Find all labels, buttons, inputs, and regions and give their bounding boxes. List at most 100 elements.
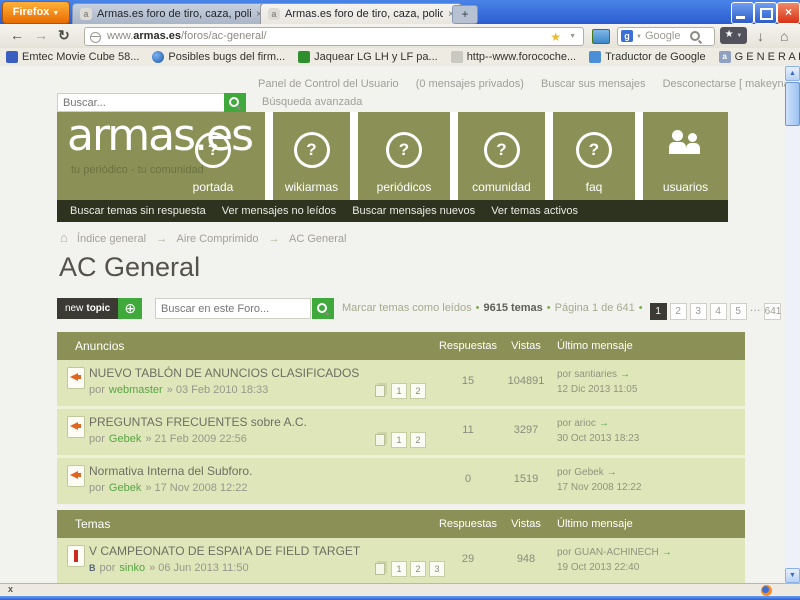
search-bar[interactable]: g ▼ Google	[617, 27, 715, 46]
quick-link[interactable]: Ver mensajes no leídos	[222, 205, 336, 217]
home-icon[interactable]: ⌂	[60, 230, 68, 245]
goto-last-icon[interactable]: →	[620, 369, 630, 380]
bookmark-item[interactable]: Jaquear LG LH y LF pa...	[298, 51, 438, 63]
scroll-down-icon[interactable]: ▼	[785, 568, 800, 583]
downloads-icon[interactable]: ↓	[757, 28, 764, 44]
refresh-icon[interactable]: ↻	[58, 27, 70, 44]
navigation-toolbar: ← → ↻ www.armas.es/foros/ac-general/ ★ ▼…	[0, 24, 800, 49]
new-topic-label: newtopic	[57, 298, 118, 319]
last-author-link[interactable]: santiaries	[574, 369, 617, 380]
megaphone-icon	[70, 471, 78, 479]
page-2[interactable]: 2	[670, 303, 687, 320]
page-4[interactable]: 4	[710, 303, 727, 320]
user-panel-link[interactable]: Panel de Control del Usuario	[258, 78, 399, 90]
author-link[interactable]: Gebek	[109, 482, 141, 494]
mini-page-link[interactable]: 2	[410, 432, 426, 448]
last-author-link[interactable]: arioc	[574, 418, 596, 429]
url-bar[interactable]: www.armas.es/foros/ac-general/ ★ ▼	[84, 27, 584, 46]
topic-byline: porGebek» 21 Feb 2009 22:56	[89, 433, 247, 445]
topic-byline: Bporsinko» 06 Jun 2013 11:50	[89, 562, 249, 574]
divider	[450, 112, 458, 200]
search-own-posts-link[interactable]: Buscar sus mensajes	[541, 78, 646, 90]
breadcrumb-item[interactable]: AC General	[289, 233, 346, 245]
private-messages-link[interactable]: (0 mensajes privados)	[416, 78, 524, 90]
nav-item-portada[interactable]: ? portada	[173, 112, 253, 200]
bookmark-item[interactable]: http--www.forocoche...	[451, 51, 576, 63]
search-magnifier-icon[interactable]	[690, 31, 700, 41]
mini-page-link[interactable]: 2	[410, 383, 426, 399]
nav-item-faq[interactable]: ? faq	[553, 112, 635, 200]
scrollbar-thumb[interactable]	[785, 82, 800, 126]
topic-title-link[interactable]: NUEVO TABLÓN DE ANUNCIOS CLASIFICADOS	[89, 366, 359, 380]
page-3[interactable]: 3	[690, 303, 707, 320]
author-link[interactable]: webmaster	[109, 384, 163, 396]
last-author-link[interactable]: Gebek	[574, 467, 603, 478]
bookmark-item[interactable]: aG E N E R A L	[719, 51, 800, 63]
bookmarks-menu-button[interactable]: ★ ▼	[720, 27, 747, 44]
forum-search-input[interactable]	[155, 298, 311, 319]
quick-link[interactable]: Ver temas activos	[491, 205, 578, 217]
bookmark-item[interactable]: Traductor de Google	[589, 51, 705, 63]
goto-last-icon[interactable]: →	[607, 467, 617, 478]
bookmark-item[interactable]: Posibles bugs del firm...	[152, 51, 285, 63]
author-link[interactable]: sinko	[119, 562, 145, 574]
close-findbar-button[interactable]: x	[8, 584, 13, 594]
person-body	[686, 143, 700, 154]
chevron-down-icon: ▼	[736, 33, 742, 39]
new-topic-button[interactable]: newtopic ⊕	[57, 298, 142, 319]
bookmark-star-icon[interactable]: ★	[550, 29, 561, 46]
tab-2-active[interactable]: a Armas.es foro de tiro, caza, policial,…	[260, 3, 462, 24]
mini-page-link[interactable]: 2	[410, 561, 426, 577]
new-tab-button[interactable]: +	[452, 5, 478, 24]
nav-item-wikiarmas[interactable]: ? wikiarmas	[273, 112, 350, 200]
last-message: por GUAN-ACHINECH→19 Oct 2013 22:40	[557, 545, 672, 575]
forum-search-button[interactable]	[312, 298, 334, 319]
topic-title-link[interactable]: V CAMPEONATO DE ESPAI'A DE FIELD TARGET	[89, 544, 360, 558]
home-icon[interactable]: ⌂	[780, 28, 788, 44]
minimize-button[interactable]	[731, 2, 754, 24]
table-row: NUEVO TABLÓN DE ANUNCIOS CLASIFICADOS po…	[57, 360, 745, 409]
forward-icon[interactable]: →	[34, 27, 48, 43]
bookmark-label: http--www.forocoche...	[467, 51, 576, 63]
bookmark-label: Emtec Movie Cube 58...	[22, 51, 139, 63]
advanced-search-link[interactable]: Búsqueda avanzada	[262, 96, 362, 108]
pages-icon	[375, 434, 385, 446]
back-icon[interactable]: ←	[10, 27, 24, 43]
breadcrumb-item[interactable]: Índice general	[77, 233, 146, 245]
goto-last-icon[interactable]: →	[662, 547, 672, 558]
firefox-menu-button[interactable]: Firefox▼	[2, 1, 70, 24]
logout-link[interactable]: Desconectarse [ makeynai ]	[663, 78, 785, 90]
scroll-up-icon[interactable]: ▲	[785, 66, 800, 81]
mini-page-link[interactable]: 1	[391, 561, 407, 577]
bookmark-page-icon[interactable]	[592, 29, 610, 44]
nav-item-comunidad[interactable]: ? comunidad	[458, 112, 545, 200]
google-engine-icon[interactable]: g	[621, 30, 633, 42]
breadcrumb-item[interactable]: Aire Comprimido	[177, 233, 259, 245]
goto-last-icon[interactable]: →	[599, 418, 609, 429]
engine-dropdown-icon[interactable]: ▼	[636, 29, 642, 46]
page-1-active[interactable]: 1	[650, 303, 667, 320]
tab-1[interactable]: a Armas.es foro de tiro, caza, policial,…	[72, 3, 270, 25]
page-5[interactable]: 5	[730, 303, 747, 320]
author-link[interactable]: Gebek	[109, 433, 141, 445]
quick-link[interactable]: Buscar mensajes nuevos	[352, 205, 475, 217]
bookmark-item[interactable]: Emtec Movie Cube 58...	[6, 51, 139, 63]
mark-read-link[interactable]: Marcar temas como leídos	[342, 302, 472, 314]
bookmark-label: Posibles bugs del firm...	[168, 51, 285, 63]
topic-title-link[interactable]: Normativa Interna del Subforo.	[89, 464, 252, 478]
nav-item-usuarios[interactable]: usuarios	[643, 112, 728, 200]
nav-item-periodicos[interactable]: ? periódicos	[358, 112, 450, 200]
close-button[interactable]: ×	[777, 2, 800, 24]
mini-page-link[interactable]: 1	[391, 383, 407, 399]
restore-icon	[760, 8, 773, 20]
mini-page-link[interactable]: 1	[391, 432, 407, 448]
quick-link[interactable]: Buscar temas sin respuesta	[70, 205, 206, 217]
topic-title-link[interactable]: PREGUNTAS FRECUENTES sobre A.C.	[89, 415, 307, 429]
last-author-link[interactable]: GUAN-ACHINECH	[574, 547, 658, 558]
page-641[interactable]: 641	[764, 303, 781, 320]
last-date: 19 Oct 2013 22:40	[557, 562, 639, 573]
url-dropdown-icon[interactable]: ▼	[569, 28, 576, 45]
last-message: por Gebek→17 Nov 2008 12:22	[557, 465, 642, 495]
restore-button[interactable]	[754, 2, 777, 24]
vertical-scrollbar[interactable]: ▲ ▼	[785, 66, 800, 583]
